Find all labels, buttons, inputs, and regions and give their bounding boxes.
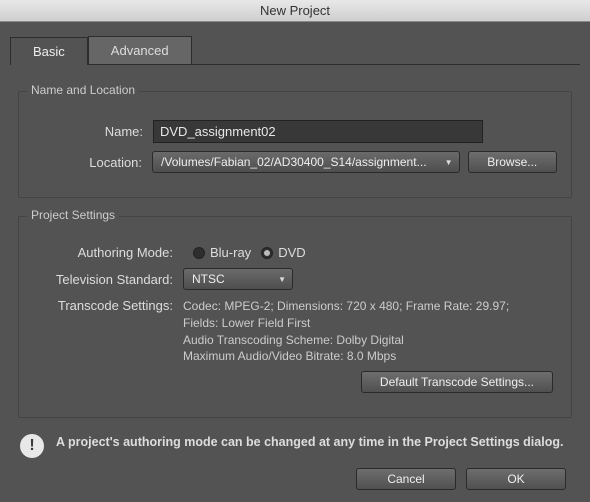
authoring-mode-label: Authoring Mode: bbox=[33, 245, 183, 260]
transcode-settings-text: Codec: MPEG-2; Dimensions: 720 x 480; Fr… bbox=[183, 298, 509, 365]
notice: ! A project's authoring mode can be chan… bbox=[0, 418, 590, 458]
dialog-body: Name and Location Name: Location: /Volum… bbox=[0, 65, 590, 418]
transcode-line3: Audio Transcoding Scheme: Dolby Digital bbox=[183, 332, 509, 349]
radio-bluray[interactable] bbox=[193, 247, 205, 259]
radio-dvd-label: DVD bbox=[278, 245, 305, 260]
cancel-button[interactable]: Cancel bbox=[356, 468, 456, 490]
new-project-window: New Project Basic Advanced Name and Loca… bbox=[0, 0, 590, 502]
tab-advanced[interactable]: Advanced bbox=[88, 36, 192, 64]
radio-bluray-label: Blu-ray bbox=[210, 245, 251, 260]
tab-basic[interactable]: Basic bbox=[10, 37, 88, 65]
name-label: Name: bbox=[33, 124, 153, 139]
group-project-settings: Project Settings Authoring Mode: Blu-ray… bbox=[18, 216, 572, 418]
tv-standard-dropdown[interactable]: NTSC bbox=[183, 268, 293, 290]
location-dropdown[interactable]: /Volumes/Fabian_02/AD30400_S14/assignmen… bbox=[152, 151, 460, 173]
name-input[interactable] bbox=[153, 120, 483, 143]
location-label: Location: bbox=[33, 155, 152, 170]
transcode-line1: Codec: MPEG-2; Dimensions: 720 x 480; Fr… bbox=[183, 298, 509, 315]
titlebar: New Project bbox=[0, 0, 590, 22]
tabs: Basic Advanced bbox=[10, 36, 580, 65]
notice-text: A project's authoring mode can be change… bbox=[56, 434, 563, 452]
group-title-name-location: Name and Location bbox=[27, 83, 139, 97]
info-icon: ! bbox=[20, 434, 44, 458]
group-name-location: Name and Location Name: Location: /Volum… bbox=[18, 91, 572, 198]
default-transcode-button[interactable]: Default Transcode Settings... bbox=[361, 371, 553, 393]
location-value: /Volumes/Fabian_02/AD30400_S14/assignmen… bbox=[161, 155, 427, 169]
group-title-project-settings: Project Settings bbox=[27, 208, 119, 222]
transcode-line4: Maximum Audio/Video Bitrate: 8.0 Mbps bbox=[183, 348, 509, 365]
transcode-line2: Fields: Lower Field First bbox=[183, 315, 509, 332]
tv-standard-label: Television Standard: bbox=[33, 272, 183, 287]
tv-standard-value: NTSC bbox=[192, 272, 225, 286]
window-title: New Project bbox=[260, 3, 330, 18]
transcode-label: Transcode Settings: bbox=[33, 298, 183, 313]
radio-dvd[interactable] bbox=[261, 247, 273, 259]
browse-button[interactable]: Browse... bbox=[468, 151, 557, 173]
ok-button[interactable]: OK bbox=[466, 468, 566, 490]
footer: Cancel OK bbox=[356, 468, 566, 490]
